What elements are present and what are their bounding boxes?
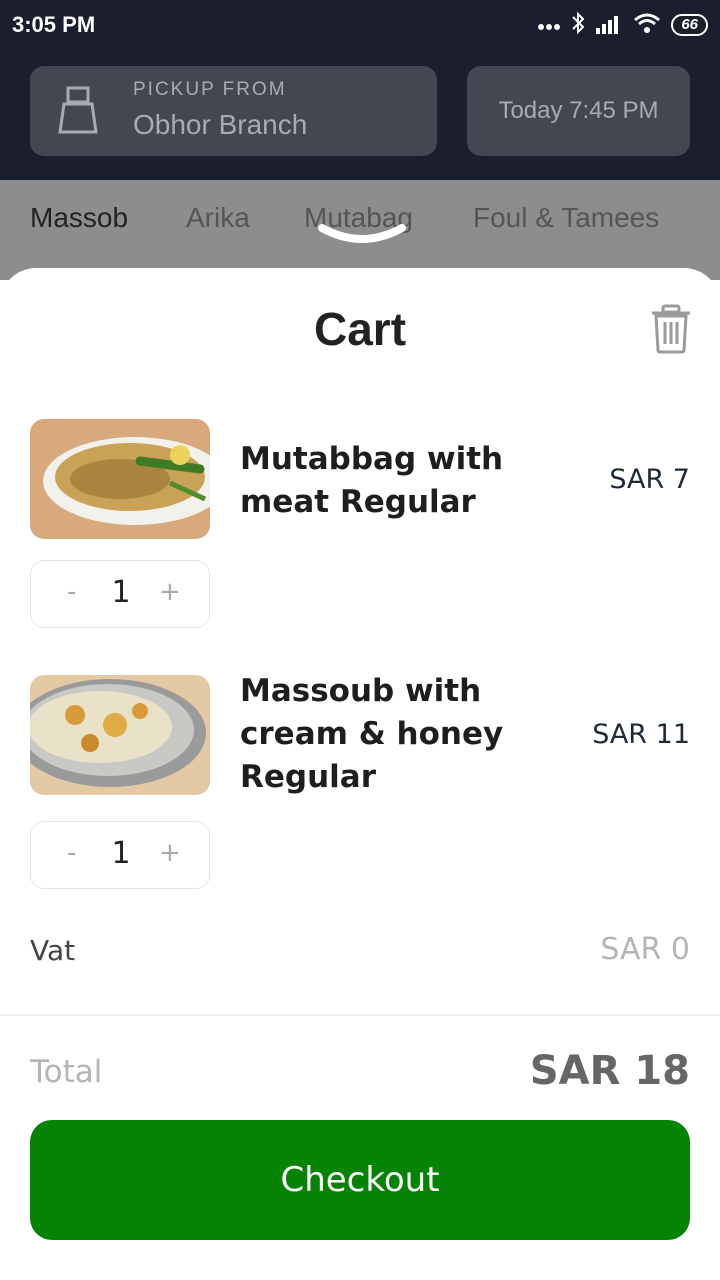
item-image-mutabbag: [30, 419, 210, 539]
signal-icon: [595, 12, 623, 38]
quantity-value: 1: [111, 836, 131, 871]
item-image-massoub: [30, 675, 210, 795]
tab-foul-tamees[interactable]: Foul & Tamees: [473, 202, 659, 234]
trash-icon[interactable]: [648, 304, 694, 354]
bluetooth-icon: [571, 11, 585, 39]
vat-label: Vat: [30, 934, 76, 967]
tab-massob[interactable]: Massob: [30, 202, 128, 234]
tab-arika[interactable]: Arika: [186, 202, 250, 234]
quantity-stepper: - 1 +: [30, 821, 210, 889]
increase-quantity-button[interactable]: +: [159, 577, 181, 607]
pickup-branch: Obhor Branch: [133, 109, 308, 140]
increase-quantity-button[interactable]: +: [159, 838, 181, 868]
cart-sheet: Cart Mutabbag with meat Regular SAR 7 - …: [0, 268, 720, 1280]
status-time: 3:05 PM: [12, 12, 96, 37]
total-label: Total: [30, 1054, 103, 1090]
cart-title: Cart: [313, 303, 407, 355]
total-value: SAR 18: [529, 1048, 690, 1094]
wifi-icon: [633, 12, 661, 38]
pickup-time-selector[interactable]: Today 7:45 PM: [467, 66, 690, 156]
status-icons: 66: [537, 11, 708, 39]
item-price: SAR 7: [609, 464, 690, 495]
checkout-button[interactable]: Checkout: [30, 1120, 690, 1240]
item-name: Massoub with cream & honey Regular: [240, 673, 504, 795]
item-price: SAR 11: [592, 719, 690, 750]
drag-handle-icon[interactable]: [316, 220, 408, 246]
more-dots-icon: [537, 16, 561, 35]
store-icon: [56, 86, 100, 136]
vat-value: SAR 0: [600, 932, 690, 967]
quantity-stepper: - 1 +: [30, 560, 210, 628]
pickup-branch-selector[interactable]: PICKUP FROM Obhor Branch: [30, 66, 437, 156]
header: PICKUP FROM Obhor Branch Today 7:45 PM: [0, 52, 720, 180]
pickup-label: PICKUP FROM: [133, 79, 287, 100]
divider: [0, 1014, 720, 1016]
battery-icon: 66: [671, 14, 708, 36]
status-bar: 3:05 PM 66: [0, 0, 720, 52]
item-name: Mutabbag with meat Regular: [240, 441, 504, 520]
quantity-value: 1: [111, 575, 131, 610]
